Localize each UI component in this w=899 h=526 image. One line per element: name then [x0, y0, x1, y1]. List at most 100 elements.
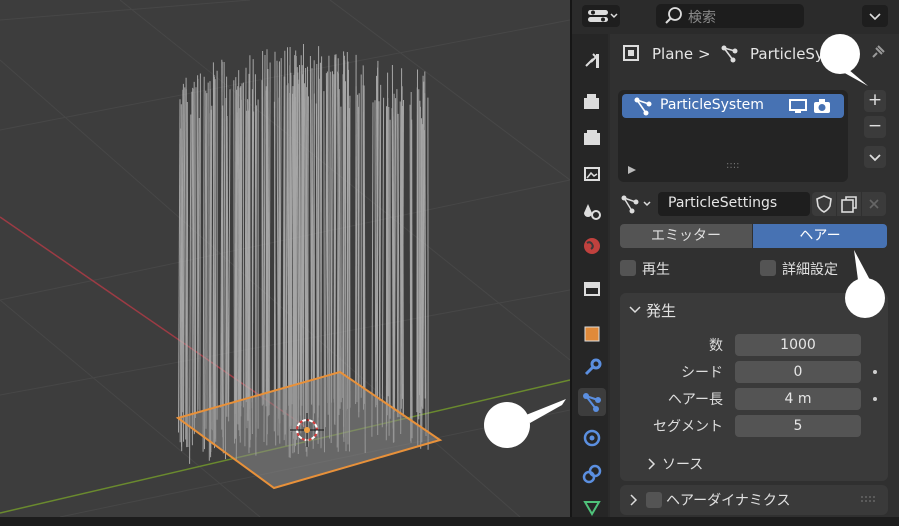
particle-type-toggle: エミッター ヘアー — [620, 224, 887, 248]
3d-viewport[interactable] — [0, 0, 570, 517]
duplicate-icon — [837, 192, 861, 216]
tab-world[interactable] — [578, 232, 606, 260]
hair-strand — [229, 89, 230, 421]
count-label: 数 — [620, 335, 723, 355]
particles-icon — [632, 95, 654, 117]
tab-constraints[interactable] — [578, 460, 606, 488]
tab-data[interactable] — [578, 494, 606, 522]
hair-strand — [372, 102, 373, 436]
particle-system-list[interactable]: ParticleSystem :::: — [618, 90, 848, 182]
tab-particles[interactable] — [578, 388, 606, 416]
hair-strand — [377, 61, 378, 423]
hair-strand — [417, 115, 418, 399]
duplicate-button[interactable] — [837, 192, 861, 216]
keyframe-dot[interactable] — [873, 397, 877, 401]
hair-strand — [339, 89, 340, 409]
drag-handle-icon[interactable] — [860, 495, 880, 505]
search-field[interactable]: 検索 — [656, 4, 804, 28]
hair-strand — [187, 102, 188, 447]
hair-strand — [180, 129, 181, 443]
hair-strand — [235, 77, 236, 414]
keyframe-dot[interactable] — [873, 370, 877, 374]
count-field[interactable]: 1000 — [735, 334, 861, 356]
object-icon — [620, 42, 642, 64]
options-dropdown-button[interactable] — [862, 5, 888, 27]
constraints-icon — [578, 460, 606, 488]
hair-strand — [332, 71, 333, 402]
search-placeholder: 検索 — [688, 7, 716, 27]
hair-strand — [200, 74, 201, 413]
list-item[interactable]: ParticleSystem — [622, 94, 844, 118]
regrow-checkbox[interactable] — [620, 260, 636, 276]
hair-strand — [397, 89, 398, 417]
tab-view-layer[interactable] — [578, 160, 606, 188]
object-icon — [578, 320, 606, 348]
hair-strand — [192, 92, 193, 446]
scene-icon — [578, 196, 606, 224]
hair-strand — [223, 106, 224, 449]
editor-type-button[interactable] — [582, 5, 620, 27]
chevron-down-icon[interactable] — [628, 303, 642, 317]
hair-strand — [179, 99, 181, 432]
camera-icon[interactable] — [812, 96, 832, 116]
breadcrumb-separator: > — [698, 45, 711, 63]
hair-dynamics-title: ヘアーダイナミクス — [666, 490, 790, 510]
hair-strand — [382, 98, 383, 427]
chevron-right-icon[interactable] — [646, 458, 658, 470]
render-icon — [578, 88, 606, 116]
tab-output[interactable] — [578, 124, 606, 152]
add-particle-system-button[interactable]: + — [864, 90, 886, 112]
chevron-right-icon[interactable] — [628, 494, 640, 506]
remove-particle-system-button[interactable]: − — [864, 116, 886, 138]
settings-name-field[interactable]: ParticleSettings — [658, 192, 810, 216]
advanced-checkbox[interactable] — [760, 260, 776, 276]
hair-strand — [356, 86, 357, 402]
tab-scene[interactable] — [578, 196, 606, 224]
view-layer-icon — [578, 160, 606, 188]
browse-settings-button[interactable] — [618, 192, 656, 216]
tab-modifiers[interactable] — [578, 354, 606, 382]
hair-strand — [274, 52, 275, 432]
fake-user-button[interactable] — [812, 192, 836, 216]
tab-physics[interactable] — [578, 424, 606, 452]
expand-triangle-icon[interactable] — [626, 164, 638, 176]
unlink-button[interactable] — [862, 192, 886, 216]
tab-collection[interactable] — [578, 274, 606, 302]
hair-strand — [195, 87, 196, 418]
type-emitter-button[interactable]: エミッター — [620, 224, 752, 248]
type-hair-button[interactable]: ヘアー — [753, 224, 887, 248]
seed-field[interactable]: 0 — [735, 361, 861, 383]
hair-dynamics-checkbox[interactable] — [646, 492, 662, 508]
chevron-down-icon — [862, 5, 888, 27]
advanced-label: 詳細設定 — [782, 259, 838, 279]
particles-icon — [718, 42, 740, 64]
monitor-icon[interactable] — [788, 96, 808, 116]
collection-icon — [578, 274, 606, 302]
hair-strand — [395, 98, 396, 412]
emission-title[interactable]: 発生 — [646, 300, 676, 321]
hair-strand — [379, 101, 380, 401]
list-item-label: ParticleSystem — [660, 97, 764, 113]
physics-icon — [578, 424, 606, 452]
particles-icon — [578, 388, 606, 416]
tab-tool[interactable] — [578, 46, 606, 74]
tab-render[interactable] — [578, 88, 606, 116]
resize-handle[interactable]: :::: — [726, 160, 739, 171]
particles-icon — [618, 192, 656, 216]
source-subpanel-title[interactable]: ソース — [662, 454, 703, 474]
hair-length-field[interactable]: 4 m — [735, 388, 861, 410]
emission-panel: 発生 数 1000 シード 0 ヘアー長 4 m セグメント 5 ソース — [620, 293, 888, 481]
specials-menu-button[interactable] — [864, 146, 886, 168]
hair-length-label: ヘアー長 — [620, 389, 723, 409]
shield-icon — [812, 192, 836, 216]
hair-strand — [264, 55, 265, 442]
seed-label: シード — [620, 362, 723, 382]
hair-dynamics-panel[interactable]: ヘアーダイナミクス — [620, 485, 888, 515]
hair-strand — [203, 77, 204, 452]
segments-field[interactable]: 5 — [735, 415, 861, 437]
tab-object[interactable] — [578, 320, 606, 348]
close-icon — [862, 192, 886, 216]
hair-strand — [226, 98, 227, 417]
hair-strand — [224, 62, 225, 459]
hair-strand — [300, 89, 301, 433]
